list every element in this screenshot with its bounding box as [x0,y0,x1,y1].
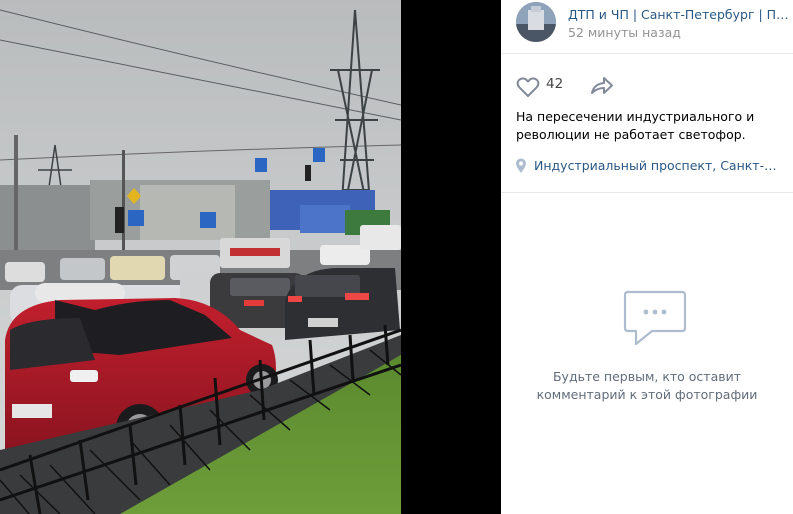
post-actions: 42 [501,54,793,112]
avatar-image [516,2,556,42]
empty-comments-line2: комментарий к этой фотографии [536,387,758,402]
divider [501,192,793,193]
author-link[interactable]: ДТП и ЧП | Санкт-Петербург | Питер Онлай… [568,7,790,22]
post-time[interactable]: 52 минуты назад [568,25,681,40]
heart-icon [516,77,540,97]
location-link[interactable]: Индустриальный проспект, Санкт-Петербург [515,157,785,175]
share-arrow-icon [591,77,613,94]
location-label: Индустриальный проспект, Санкт-Петербург [534,158,784,173]
traffic-jam-photo [0,0,401,514]
like-count[interactable]: 42 [546,76,563,92]
empty-comments-placeholder [622,288,688,350]
empty-comments-text: Будьте первым, кто оставит комментарий к… [521,368,773,404]
photo-viewer [0,0,501,514]
share-button[interactable] [589,73,615,99]
like-button[interactable] [515,74,541,100]
post-photo[interactable] [0,0,401,514]
location-pin-icon [516,158,526,173]
avatar[interactable] [516,2,556,42]
post-header: ДТП и ЧП | Санкт-Петербург | Питер Онлай… [501,0,793,54]
post-caption: На пересечении индустриального и революц… [516,109,755,142]
speech-bubble-icon [623,290,687,346]
empty-comments-line1: Будьте первым, кто оставит [552,369,742,384]
post-info-panel: ДТП и ЧП | Санкт-Петербург | Питер Онлай… [501,0,793,514]
